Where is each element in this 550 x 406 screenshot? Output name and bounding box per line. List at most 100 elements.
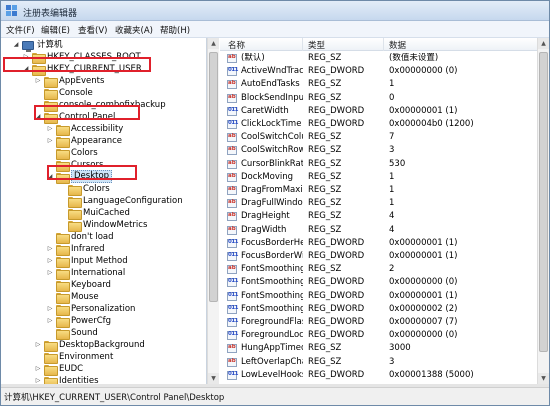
column-header-type[interactable]: 类型 [308, 39, 325, 51]
expand-icon[interactable]: ▷ [34, 363, 42, 375]
value-row[interactable]: ab DockMoving REG_SZ 1 [220, 172, 537, 183]
value-row[interactable]: ab BlockSendInput... REG_SZ 0 [220, 93, 537, 104]
list-vertical-scrollbar[interactable]: ▲ ▼ [537, 38, 549, 384]
expand-icon[interactable]: ▷ [46, 135, 54, 147]
tree-node[interactable]: ▷ PowerCfg [1, 315, 205, 328]
tree-node[interactable]: Sound [1, 327, 205, 340]
tree-root-computer[interactable]: ◢ 计算机 [1, 39, 201, 52]
title-bar[interactable]: 注册表编辑器 [1, 1, 549, 21]
tree-scroll-thumb[interactable] [209, 52, 218, 302]
column-divider[interactable] [383, 38, 384, 51]
tree-node[interactable]: ▷ AppEvents [1, 75, 205, 88]
list-scroll-thumb[interactable] [539, 52, 548, 352]
scroll-down-icon[interactable]: ▼ [538, 373, 549, 384]
value-row[interactable]: ab HungAppTimeo... REG_SZ 3000 [220, 343, 537, 354]
tree-node[interactable]: WindowMetrics [1, 219, 205, 232]
value-row[interactable]: 011LowLevelHooks... REG_DWORD 0x00001388 (… [220, 370, 537, 381]
value-icon-glyph: ab [228, 199, 236, 206]
value-name-cell: FocusBorderHei... [241, 237, 303, 248]
expand-icon[interactable]: ▷ [46, 267, 54, 279]
value-row[interactable]: ab (默认) REG_SZ (数值未设置) [220, 53, 537, 64]
tree-node[interactable]: ▷ Appearance [1, 135, 205, 148]
tree-node[interactable]: ▷ EUDC [1, 363, 205, 376]
value-name-cell: ForegroundLock... [241, 330, 303, 341]
menu-favorites[interactable]: 收藏夹(A) [115, 24, 153, 36]
expand-icon[interactable]: ▷ [34, 75, 42, 87]
tree-node[interactable]: ▷ Personalization [1, 303, 205, 316]
scroll-down-icon[interactable]: ▼ [208, 373, 219, 384]
value-type-cell: REG_DWORD [308, 66, 365, 77]
expand-icon[interactable]: ▷ [34, 375, 42, 384]
value-row[interactable]: ab DragWidth REG_SZ 4 [220, 225, 537, 236]
value-icon-glyph: ab [228, 172, 236, 179]
value-data-cell: 0 [389, 92, 395, 103]
menu-file[interactable]: 文件(F) [6, 24, 35, 36]
scroll-up-icon[interactable]: ▲ [208, 38, 219, 49]
value-row[interactable]: 011FontSmoothing... REG_DWORD 0x00000000 (… [220, 277, 537, 288]
collapse-icon[interactable]: ◢ [12, 39, 20, 51]
value-list[interactable]: 名称 类型 数据 ab (默认) REG_SZ (数值未设置) 011 ActiveWnd… [220, 38, 537, 384]
menu-help[interactable]: 帮助(H) [160, 24, 190, 36]
folder-icon [56, 293, 70, 304]
tree-node[interactable]: don't load [1, 231, 205, 244]
value-row[interactable]: 011FontSmoothing... REG_DWORD 0x00000002 (… [220, 304, 537, 315]
tree-node[interactable]: MuiCached [1, 207, 205, 220]
expand-icon[interactable]: ▷ [46, 243, 54, 255]
value-row[interactable]: 011FontSmoothing... REG_DWORD 0x00000001 (… [220, 291, 537, 302]
tree-node[interactable]: Mouse [1, 291, 205, 304]
value-row[interactable]: ab DragFullWindows REG_SZ 1 [220, 198, 537, 209]
value-row[interactable]: ab DragHeight REG_SZ 4 [220, 211, 537, 222]
tree-node[interactable]: ▷ DesktopBackground [1, 339, 205, 352]
value-row[interactable]: 011 CaretWidth REG_DWORD 0x00000001 (1) [220, 106, 537, 117]
value-data-cell: 4 [389, 211, 395, 222]
value-row[interactable]: 011ActiveWndTrack... REG_DWORD 0x00000000 … [220, 66, 537, 77]
tree-vertical-scrollbar[interactable]: ▲ ▼ [207, 38, 219, 384]
value-name-cell: FocusBorderWid... [241, 251, 303, 261]
expand-icon[interactable]: ▷ [46, 315, 54, 327]
value-row[interactable]: 011FocusBorderHei... REG_DWORD 0x00000001 … [220, 238, 537, 249]
tree-node[interactable]: Console [1, 87, 205, 100]
menu-view[interactable]: 查看(V) [78, 24, 107, 36]
folder-icon [56, 233, 70, 244]
expand-icon[interactable]: ▷ [46, 255, 54, 267]
value-row[interactable]: ab FontSmoothing REG_SZ 2 [220, 264, 537, 275]
expand-icon[interactable]: ▷ [34, 339, 42, 351]
tree-node[interactable]: Environment [1, 351, 205, 364]
string-value-icon: ab [227, 212, 237, 222]
value-row[interactable]: ab LeftOverlapChars REG_SZ 3 [220, 357, 537, 368]
value-type-cell: REG_DWORD [308, 290, 365, 301]
key-tree[interactable]: ◢ 计算机 ▷ HKEY_CLASSES_ROOT ◢ HKEY_CURRENT_US… [1, 38, 207, 384]
tree-node[interactable]: ▷ Identities [1, 375, 205, 384]
value-row[interactable]: ab CoolSwitchRows REG_SZ 3 [220, 145, 537, 156]
value-row[interactable]: ab AutoEndTasks REG_SZ 1 [220, 79, 537, 90]
value-row[interactable]: ab DragFromMaxi... REG_SZ 1 [220, 185, 537, 196]
tree-node-label: Accessibility [71, 124, 124, 134]
tree-node[interactable]: Keyboard [1, 279, 205, 292]
value-icon-glyph: 011 [228, 67, 238, 74]
scroll-up-icon[interactable]: ▲ [538, 38, 549, 49]
column-divider[interactable] [302, 38, 303, 51]
value-name-cell: CoolSwitchRows [241, 145, 303, 156]
tree-node[interactable]: ▷ International [1, 267, 205, 280]
value-type-cell: REG_DWORD [308, 251, 365, 261]
tree-node[interactable]: Colors [1, 147, 205, 160]
value-row[interactable]: 011FocusBorderWid... REG_DWORD 0x00000001 … [220, 251, 537, 262]
value-row[interactable]: ab CoolSwitchColu... REG_SZ 7 [220, 132, 537, 143]
dword-value-icon: 011 [227, 238, 238, 248]
value-row[interactable]: 011ForegroundLock... REG_DWORD 0x00000000 … [220, 330, 537, 341]
tree-node[interactable]: Colors [1, 183, 205, 196]
tree-node[interactable]: ▷ Accessibility [1, 123, 205, 136]
value-row[interactable]: ab CursorBlinkRate REG_SZ 530 [220, 159, 537, 170]
menu-edit[interactable]: 编辑(E) [41, 24, 70, 36]
tree-node[interactable]: ▷ Input Method [1, 255, 205, 268]
column-header-data[interactable]: 数据 [389, 39, 406, 51]
value-row[interactable]: 011ForegroundFlas... REG_DWORD 0x00000007 … [220, 317, 537, 328]
tree-node[interactable]: LanguageConfiguration [1, 195, 205, 208]
value-data-cell: 1 [389, 185, 395, 195]
value-row[interactable]: 011 ClickLockTime REG_DWORD 0x000004b0 (120… [220, 119, 537, 130]
expand-icon[interactable]: ▷ [46, 123, 54, 135]
tree-node[interactable]: ▷ Infrared [1, 243, 205, 256]
column-header-name[interactable]: 名称 [228, 39, 245, 51]
expand-icon[interactable]: ▷ [46, 303, 54, 315]
value-type-cell: REG_DWORD [308, 105, 365, 116]
